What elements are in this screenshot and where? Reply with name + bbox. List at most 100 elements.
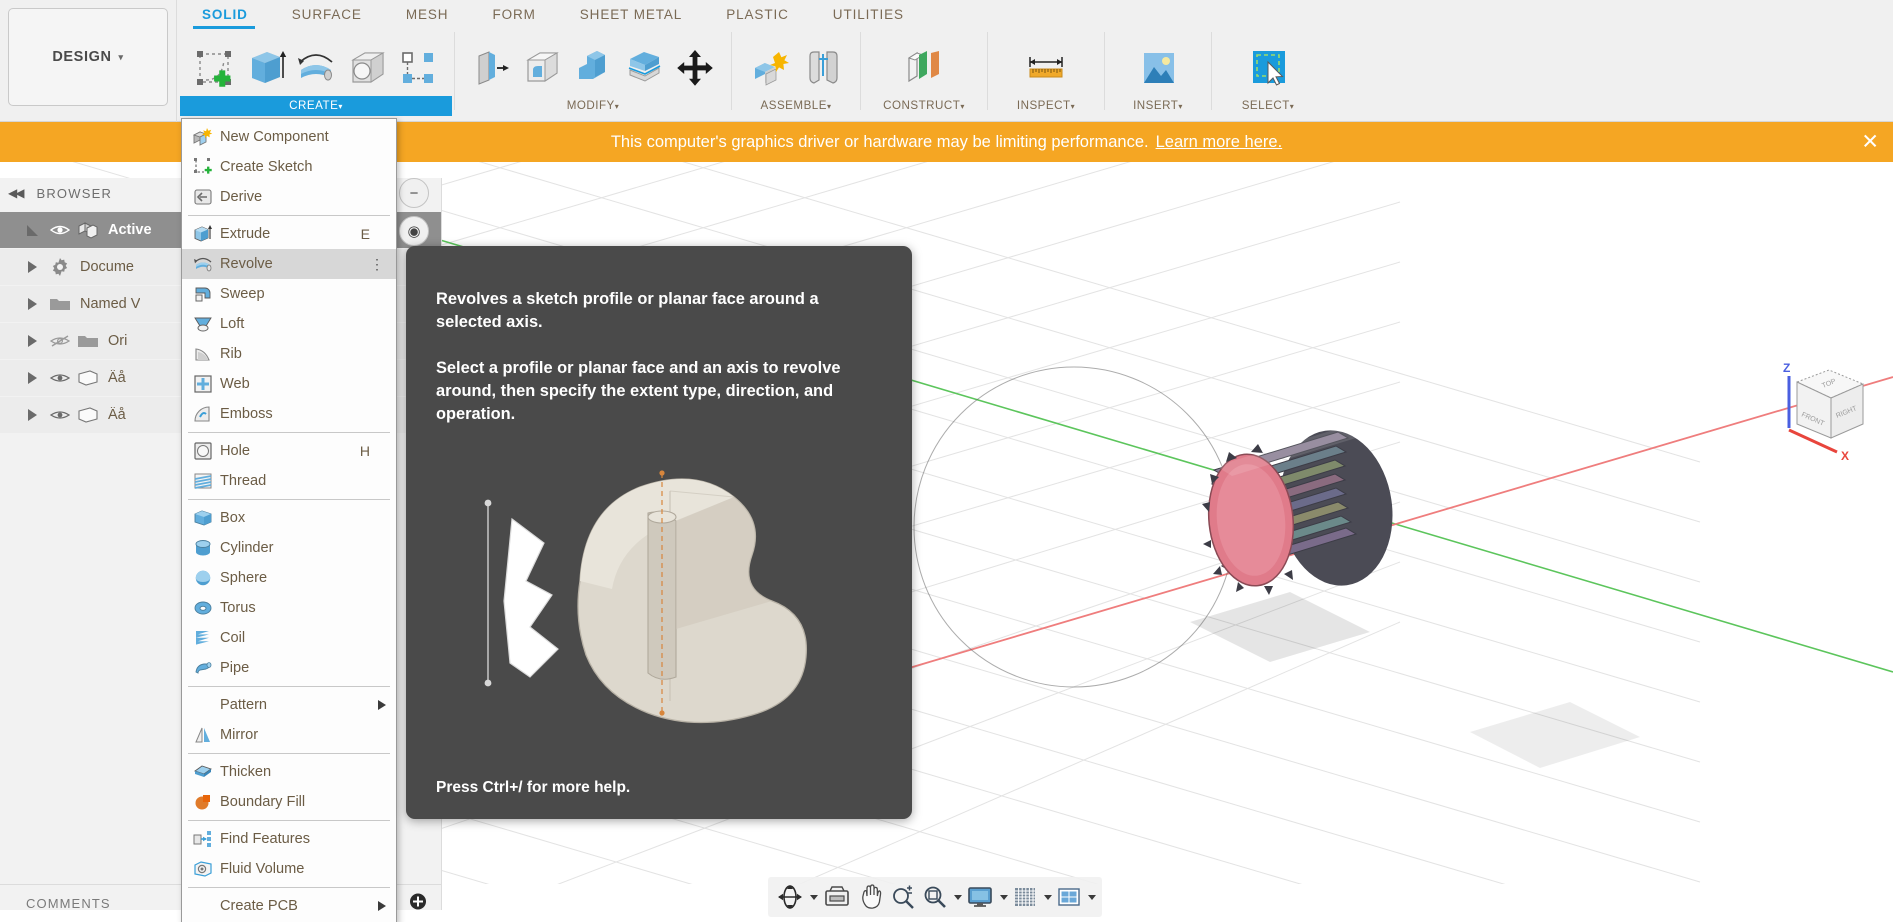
panel-inspect-label[interactable]: INSPECT▾ — [990, 96, 1102, 116]
pan-button[interactable] — [856, 880, 886, 914]
extrude-button[interactable] — [241, 40, 288, 96]
menu-item-shortcut: H — [360, 443, 370, 459]
press-pull-button[interactable] — [467, 40, 514, 96]
banner-learn-more-link[interactable]: Learn more here. — [1156, 133, 1283, 152]
menu-item-find-features[interactable]: Find Features — [182, 824, 396, 854]
construct-planes-button[interactable] — [895, 40, 953, 96]
tooltip-revolved-solid — [578, 470, 806, 722]
menu-item-web[interactable]: Web — [182, 369, 396, 399]
record-button[interactable]: ◉ — [399, 216, 429, 246]
select-button[interactable] — [1239, 40, 1297, 96]
grid-snap-dropdown-caret[interactable] — [1044, 895, 1052, 900]
menu-item-box[interactable]: Box — [182, 503, 396, 533]
panel-select-label[interactable]: SELECT▾ — [1214, 96, 1322, 116]
menu-item-mirror[interactable]: Mirror — [182, 720, 396, 750]
create-sketch-button[interactable] — [190, 40, 237, 96]
tab-plastic[interactable]: PLASTIC — [704, 0, 811, 30]
panel-assemble-label[interactable]: ASSEMBLE▾ — [734, 96, 858, 116]
expander-icon[interactable] — [18, 372, 46, 384]
collapse-timeline-button[interactable]: − — [399, 178, 429, 208]
tab-sheet-metal[interactable]: SHEET METAL — [558, 0, 704, 30]
fillet-button[interactable] — [518, 40, 565, 96]
menu-item-fluid-volume[interactable]: Fluid Volume — [182, 854, 396, 884]
panel-construct-label[interactable]: CONSTRUCT▾ — [863, 96, 985, 116]
combine-button[interactable] — [569, 40, 616, 96]
display-settings-button[interactable] — [964, 880, 996, 914]
expander-icon[interactable] — [18, 335, 46, 347]
menu-item-emboss[interactable]: Emboss — [182, 399, 396, 429]
menu-item-hole[interactable]: Hole H — [182, 436, 396, 466]
fit-dropdown-caret[interactable] — [954, 895, 962, 900]
hole-button[interactable] — [344, 40, 391, 96]
menu-item-thread[interactable]: Thread — [182, 466, 396, 496]
tab-surface[interactable]: SURFACE — [270, 0, 384, 30]
tooltip-paragraph-1: Revolves a sketch profile or planar face… — [436, 288, 876, 335]
menu-item-extrude[interactable]: Extrude E — [182, 219, 396, 249]
chevron-down-icon: ▾ — [1290, 102, 1295, 111]
menu-item-pipe[interactable]: Pipe — [182, 653, 396, 683]
menu-separator — [188, 753, 390, 754]
menu-item-loft[interactable]: Loft — [182, 309, 396, 339]
menu-item-create-pcb[interactable]: Create PCB — [182, 891, 396, 921]
menu-item-rib[interactable]: Rib — [182, 339, 396, 369]
move-copy-button[interactable] — [672, 40, 719, 96]
menu-item-create-sketch[interactable]: Create Sketch — [182, 152, 396, 182]
menu-item-coil[interactable]: Coil — [182, 623, 396, 653]
expander-icon[interactable] — [18, 409, 46, 421]
panel-select: SELECT▾ — [1214, 30, 1322, 122]
menu-item-revolve[interactable]: Revolve ⋮ — [182, 249, 396, 279]
viewports-button[interactable] — [1054, 880, 1084, 914]
viewcube-x-axis-label: X — [1841, 449, 1849, 463]
panel-separator — [860, 32, 861, 110]
panel-modify-label[interactable]: MODIFY▾ — [457, 96, 729, 116]
menu-item-pattern[interactable]: Pattern — [182, 690, 396, 720]
panel-create-label[interactable]: CREATE▾ — [180, 96, 452, 116]
eye-icon[interactable] — [46, 371, 74, 385]
grid-snap-button[interactable] — [1010, 880, 1040, 914]
fit-button[interactable] — [920, 880, 950, 914]
viewport-overlay-buttons: − ◉ — [399, 178, 439, 254]
panel-insert-icons — [1107, 30, 1209, 96]
menu-item-cylinder[interactable]: Cylinder — [182, 533, 396, 563]
insert-image-button[interactable] — [1129, 40, 1187, 96]
zoom-button[interactable] — [888, 880, 918, 914]
tab-mesh[interactable]: MESH — [384, 0, 471, 30]
menu-item-sphere[interactable]: Sphere — [182, 563, 396, 593]
orbit-button[interactable] — [774, 880, 806, 914]
tab-utilities[interactable]: UTILITIES — [811, 0, 926, 30]
workspace-switcher[interactable]: DESIGN ▾ — [8, 8, 168, 106]
viewports-dropdown-caret[interactable] — [1088, 895, 1096, 900]
joint-button[interactable] — [798, 40, 848, 96]
view-cube[interactable]: TOP FRONT RIGHT Z X — [1767, 346, 1877, 464]
panel-insert-label[interactable]: INSERT▾ — [1107, 96, 1209, 116]
menu-item-new-component[interactable]: New Component — [182, 122, 396, 152]
expander-icon[interactable] — [18, 261, 46, 273]
collapse-panel-icon[interactable]: ◀◀ — [8, 186, 22, 200]
measure-button[interactable] — [1017, 40, 1075, 96]
menu-item-torus[interactable]: Torus — [182, 593, 396, 623]
display-settings-dropdown-caret[interactable] — [1000, 895, 1008, 900]
menu-item-label: Torus — [220, 600, 256, 616]
eye-icon[interactable] — [46, 408, 74, 422]
orbit-dropdown-caret[interactable] — [810, 895, 818, 900]
menu-item-thicken[interactable]: Thicken — [182, 757, 396, 787]
revolve-button[interactable] — [292, 40, 339, 96]
menu-item-derive[interactable]: Derive — [182, 182, 396, 212]
tab-form[interactable]: FORM — [470, 0, 557, 30]
eye-off-icon[interactable] — [46, 334, 74, 348]
menu-item-sweep[interactable]: Sweep — [182, 279, 396, 309]
viewport-navigation-bar — [768, 877, 1102, 917]
menu-item-shortcut: E — [361, 226, 370, 242]
menu-item-overflow-icon[interactable]: ⋮ — [370, 260, 384, 268]
derive-icon — [190, 186, 216, 208]
create-dropdown-menu: New Component Create Sketch Derive Extru… — [181, 118, 397, 922]
menu-item-boundary-fill[interactable]: Boundary Fill — [182, 787, 396, 817]
new-component-button[interactable] — [744, 40, 794, 96]
expander-icon[interactable] — [18, 298, 46, 310]
pattern-button[interactable] — [395, 40, 442, 96]
expander-icon[interactable] — [18, 225, 46, 236]
close-icon[interactable]: ✕ — [1861, 132, 1879, 153]
shell-button[interactable] — [621, 40, 668, 96]
eye-icon[interactable] — [46, 223, 74, 237]
look-at-button[interactable] — [820, 880, 854, 914]
